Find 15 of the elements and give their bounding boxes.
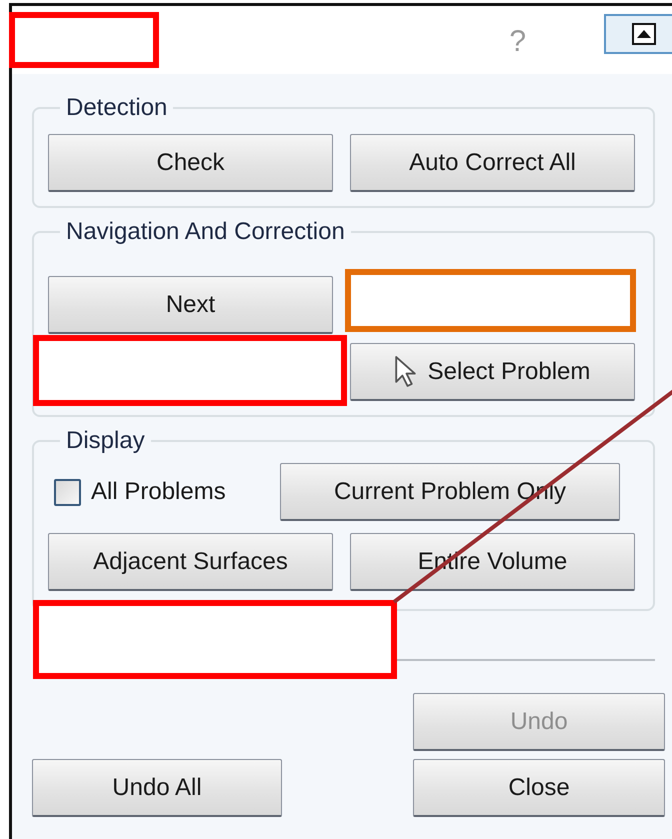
close-button[interactable]: Close — [413, 759, 665, 817]
button[interactable]: Adjacent Surfaces — [48, 533, 333, 591]
undo-all-button[interactable]: Undo All — [32, 759, 282, 817]
checkbox[interactable] — [54, 478, 81, 506]
cursor-icon — [394, 356, 416, 387]
button[interactable]: Select Problem — [350, 343, 635, 401]
group-title: Detection — [65, 94, 168, 122]
checkbox-label: All Problems — [91, 478, 226, 506]
button[interactable]: Auto Correct All — [350, 134, 635, 192]
button[interactable]: Next — [48, 276, 333, 334]
collapse-button[interactable] — [604, 14, 672, 54]
group-title: Display — [65, 427, 146, 455]
group-title: Navigation And Correction — [65, 218, 346, 246]
button[interactable]: Check — [48, 134, 333, 192]
collapse-icon — [632, 23, 656, 45]
